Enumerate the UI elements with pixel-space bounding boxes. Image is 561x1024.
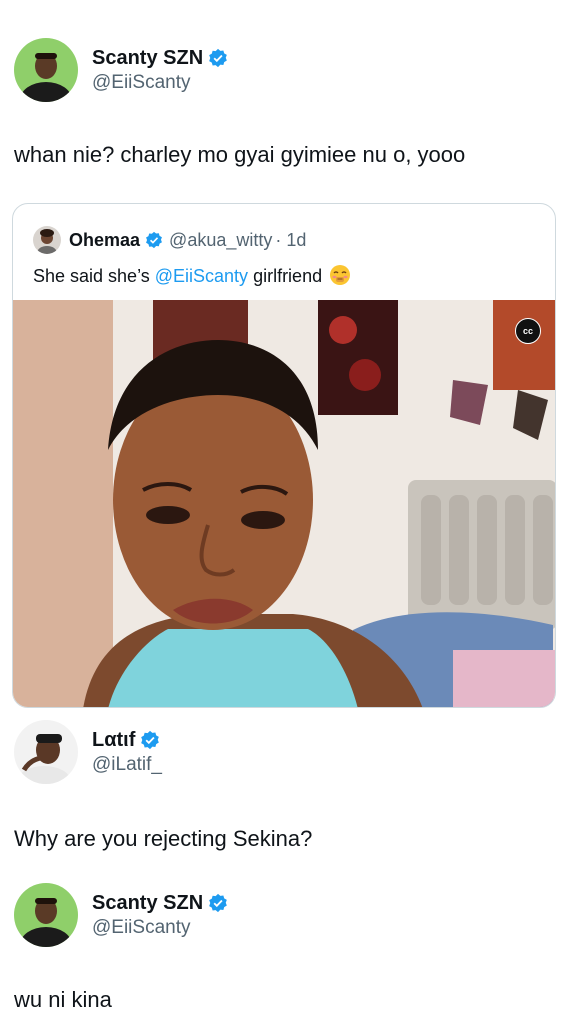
display-name-text[interactable]: Lαtιf [92, 728, 135, 752]
avatar[interactable] [14, 720, 78, 784]
quoted-tweet[interactable]: Ohemaa @akua_witty · 1d She said she’s @… [12, 203, 556, 708]
text-segment: girlfriend [248, 266, 323, 286]
tweet-text: wu ni kina [14, 987, 112, 1012]
quoted-tweet-text: She said she’s @EiiScanty girlfriend [33, 264, 351, 288]
mention-link[interactable]: @EiiScanty [155, 266, 248, 286]
tweet-author: Scanty SZN @EiiScanty [14, 38, 228, 102]
verified-badge-icon [209, 48, 227, 67]
quoted-tweet-header: Ohemaa @akua_witty · 1d [33, 226, 306, 254]
tweet-scanty-2: Scanty SZN @EiiScanty wu ni kina [0, 868, 561, 1024]
handle[interactable]: @EiiScanty [92, 71, 228, 95]
video-thumbnail [13, 300, 555, 707]
tweet-author: Scanty SZN @EiiScanty [14, 883, 228, 947]
display-name[interactable]: Scanty SZN [92, 46, 228, 70]
timestamp[interactable]: · 1d [275, 230, 306, 251]
avatar[interactable] [33, 226, 61, 254]
tweet-text: Why are you rejecting Sekina? [14, 826, 313, 851]
avatar[interactable] [14, 883, 78, 947]
tweet-scanty-1: Scanty SZN @EiiScanty whan nie? charley … [0, 0, 561, 200]
tweet-text: whan nie? charley mo gyai gyimiee nu o, … [14, 142, 466, 167]
display-name[interactable]: Ohemaa [69, 230, 140, 251]
tweet-latif: Lαtιf @iLatif_ Why are you rejecting Sek… [0, 708, 561, 868]
avatar[interactable] [14, 38, 78, 102]
display-name-text[interactable]: Scanty SZN [92, 891, 203, 915]
display-name-text[interactable]: Scanty SZN [92, 46, 203, 70]
handle[interactable]: @EiiScanty [92, 916, 228, 940]
handle[interactable]: @iLatif_ [92, 753, 162, 777]
text-segment: She said she’s [33, 266, 155, 286]
display-name[interactable]: Scanty SZN [92, 891, 228, 915]
closed-captions-icon[interactable]: cc [515, 318, 541, 344]
verified-badge-icon [141, 730, 160, 749]
display-name[interactable]: Lαtιf [92, 728, 162, 752]
blushing-emoji-icon [330, 265, 351, 285]
verified-badge-icon [209, 893, 227, 912]
tweet-author: Lαtιf @iLatif_ [14, 720, 162, 784]
handle[interactable]: @akua_witty [169, 230, 272, 251]
video-player[interactable]: cc [13, 300, 555, 707]
verified-badge-icon [146, 231, 162, 249]
